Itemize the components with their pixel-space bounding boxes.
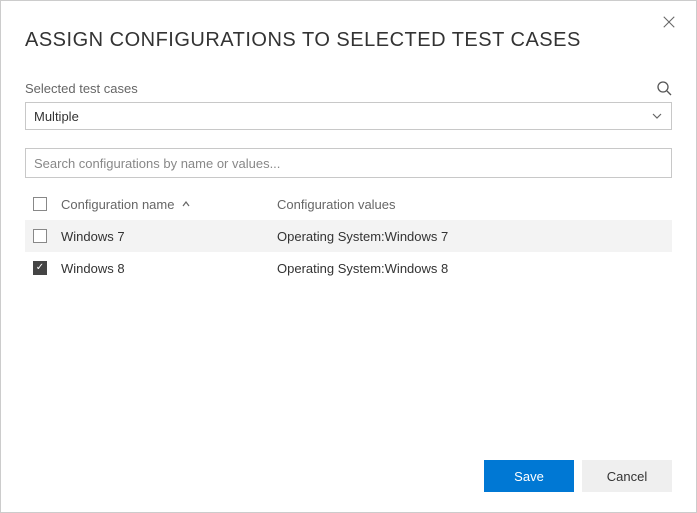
dialog-title: ASSIGN CONFIGURATIONS TO SELECTED TEST C… (25, 29, 672, 52)
selected-cases-value: Multiple (34, 109, 79, 124)
search-input[interactable] (25, 148, 672, 178)
selected-cases-dropdown[interactable]: Multiple (25, 102, 672, 130)
chevron-down-icon (651, 110, 663, 122)
save-button[interactable]: Save (484, 460, 574, 492)
row-name: Windows 8 (61, 261, 125, 276)
table-row[interactable]: ✓ Windows 8 Operating System:Windows 8 (25, 252, 672, 284)
row-checkbox[interactable] (33, 229, 47, 243)
row-checkbox[interactable]: ✓ (33, 261, 47, 275)
column-header-name[interactable]: Configuration name (61, 197, 277, 212)
search-icon[interactable] (656, 80, 672, 96)
sort-arrow-up-icon (180, 198, 192, 210)
row-name: Windows 7 (61, 229, 125, 244)
table-row[interactable]: Windows 7 Operating System:Windows 7 (25, 220, 672, 252)
cancel-button[interactable]: Cancel (582, 460, 672, 492)
row-values: Operating System:Windows 7 (277, 229, 448, 244)
select-all-checkbox[interactable] (33, 197, 47, 211)
column-header-name-label: Configuration name (61, 197, 174, 212)
column-header-values[interactable]: Configuration values (277, 197, 672, 212)
close-icon[interactable] (662, 15, 678, 31)
column-header-values-label: Configuration values (277, 197, 396, 212)
config-grid: Configuration name Configuration values … (25, 188, 672, 284)
row-values: Operating System:Windows 8 (277, 261, 448, 276)
selected-cases-label: Selected test cases (25, 81, 138, 96)
grid-header: Configuration name Configuration values (25, 188, 672, 220)
dialog-footer: Save Cancel (484, 460, 672, 492)
